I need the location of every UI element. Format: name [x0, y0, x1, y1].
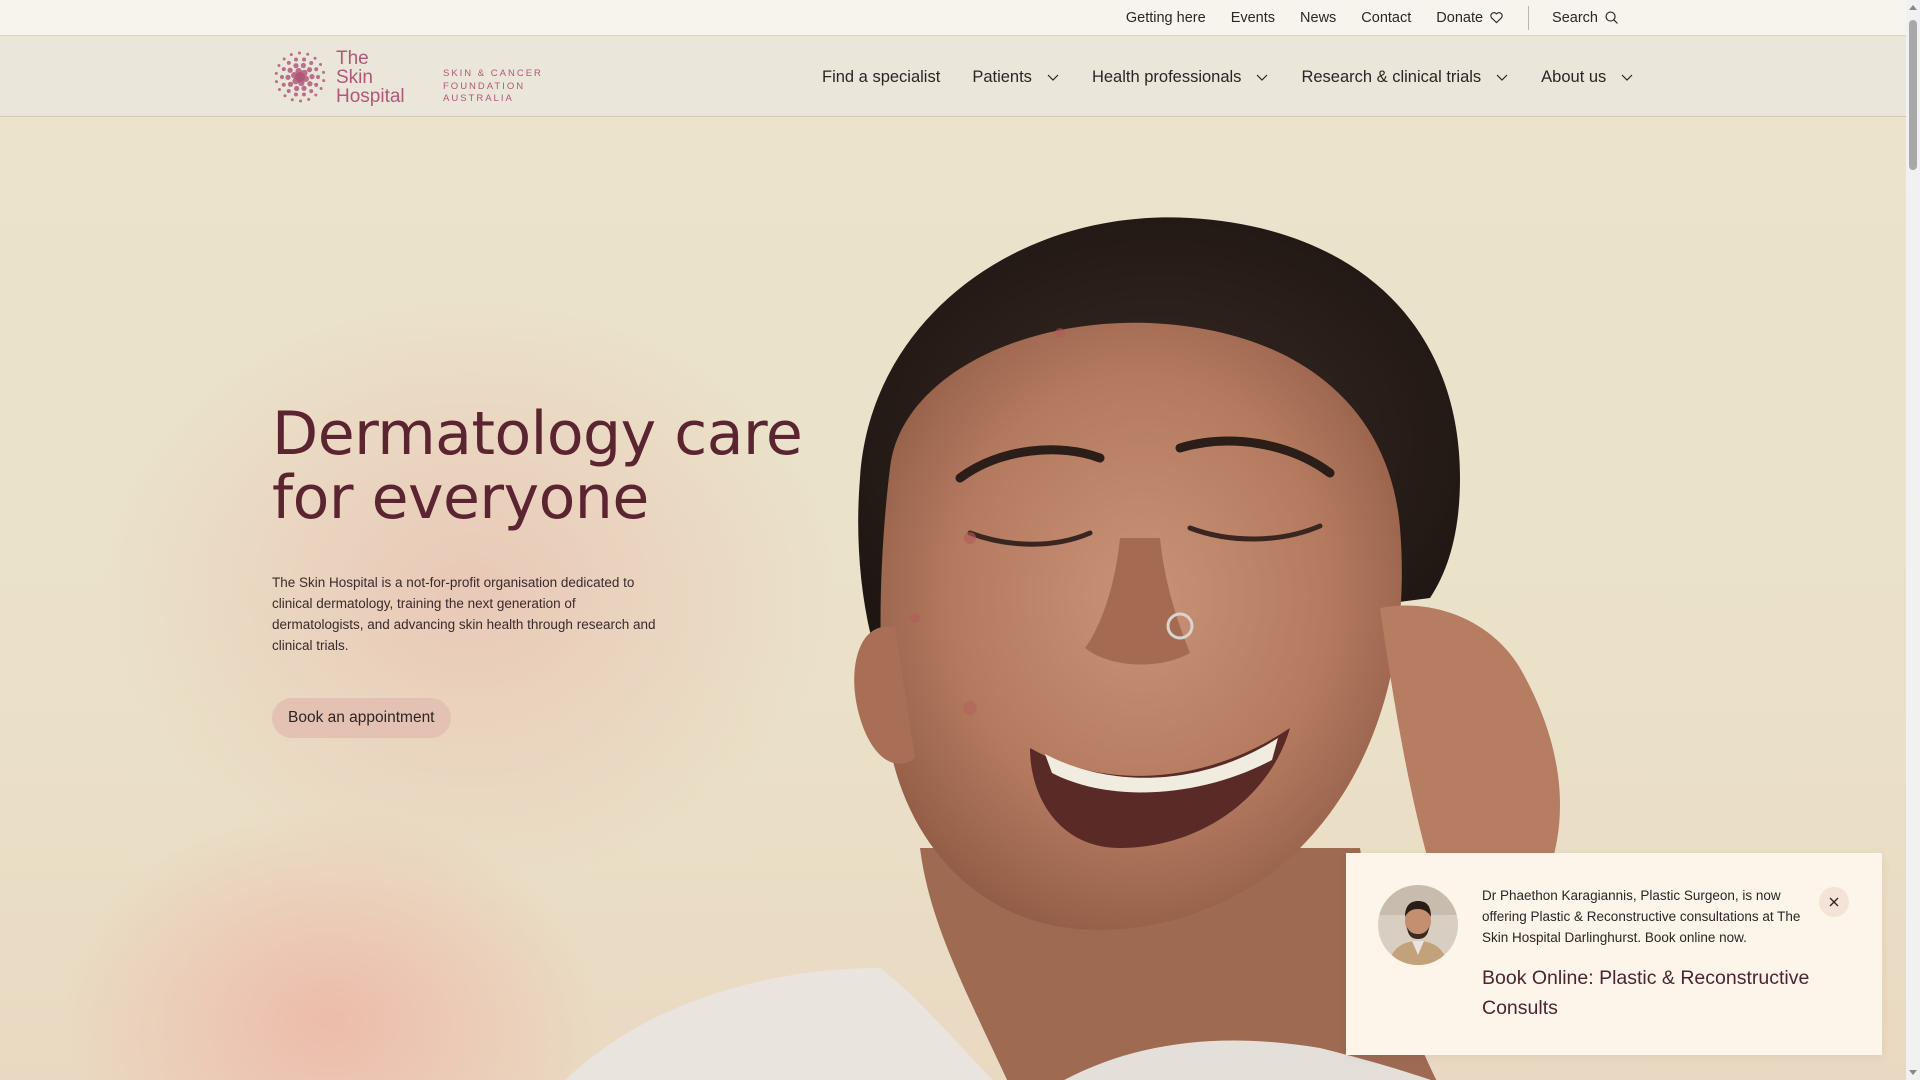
nav-about-us[interactable]: About us — [1541, 68, 1634, 87]
donate-link[interactable]: Donate — [1436, 10, 1504, 26]
search-label: Search — [1552, 9, 1598, 26]
heart-icon — [1490, 12, 1503, 24]
foundation-line-1: SKIN & CANCER — [443, 68, 543, 79]
scroll-thumb[interactable] — [1909, 20, 1917, 170]
promo-popup: Dr Phaethon Karagiannis, Plastic Surgeon… — [1346, 853, 1882, 1055]
nav-label: Health professionals — [1091, 67, 1242, 86]
hero-title: Dermatology care for everyone — [272, 402, 892, 530]
nav-find-a-specialist[interactable]: Find a specialist — [822, 68, 940, 87]
logo-line-skin: Skin — [336, 66, 373, 88]
hero-title-line-1: Dermatology care — [272, 399, 803, 469]
primary-nav: Find a specialist Patients Health profes… — [822, 37, 1634, 117]
hero-title-line-2: for everyone — [272, 463, 649, 533]
site-logo[interactable]: The Skin Hospital SKIN & CANCER FOUNDATI… — [272, 47, 542, 107]
popup-message: Dr Phaethon Karagiannis, Plastic Surgeon… — [1482, 888, 1801, 945]
nav-research-clinical-trials[interactable]: Research & clinical trials — [1301, 68, 1509, 87]
search-link[interactable]: Search — [1552, 10, 1619, 26]
scroll-up-arrow[interactable] — [1909, 5, 1917, 10]
foundation-line-3: AUSTRALIA — [443, 93, 514, 104]
utility-link-news[interactable]: News — [1300, 10, 1336, 26]
nav-label: Find a specialist — [822, 67, 941, 86]
scroll-down-arrow[interactable] — [1909, 1070, 1917, 1075]
page-scrollbar[interactable] — [1906, 0, 1920, 1080]
nav-label: Research & clinical trials — [1301, 67, 1482, 86]
utility-divider — [1528, 5, 1530, 30]
utility-link-getting-here[interactable]: Getting here — [1126, 10, 1206, 26]
logo-dots-icon — [274, 51, 326, 103]
utility-link-contact[interactable]: Contact — [1361, 10, 1411, 26]
utility-bar: Getting here Events News Contact Donate … — [0, 0, 1906, 36]
chevron-down-icon — [1496, 74, 1508, 81]
foundation-logo: SKIN & CANCER FOUNDATION AUSTRALIA — [443, 68, 543, 106]
popup-book-online-link[interactable]: Book Online: Plastic & Reconstructive Co… — [1482, 963, 1852, 1023]
logo-line-hospital: Hospital — [336, 85, 405, 107]
hero-description: The Skin Hospital is a not-for-profit or… — [272, 575, 656, 653]
nav-patients[interactable]: Patients — [972, 68, 1060, 87]
nav-label: About us — [1541, 67, 1607, 86]
book-appointment-button[interactable]: Book an appointment — [272, 698, 451, 738]
foundation-line-2: FOUNDATION — [443, 80, 526, 92]
logo-line-the: The — [336, 47, 369, 69]
main-nav: The Skin Hospital SKIN & CANCER FOUNDATI… — [0, 37, 1906, 117]
chevron-down-icon — [1621, 74, 1633, 81]
nav-label: Patients — [972, 67, 1032, 86]
chevron-down-icon — [1047, 74, 1059, 81]
logo-wordmark: The Skin Hospital — [336, 49, 405, 106]
nav-health-professionals[interactable]: Health professionals — [1092, 68, 1270, 87]
popup-close-button[interactable] — [1819, 887, 1849, 917]
search-icon — [1605, 11, 1618, 24]
doctor-avatar — [1378, 885, 1458, 965]
donate-label: Donate — [1436, 9, 1484, 26]
close-icon — [1829, 897, 1839, 907]
chevron-down-icon — [1257, 74, 1268, 81]
utility-link-events[interactable]: Events — [1231, 10, 1275, 26]
